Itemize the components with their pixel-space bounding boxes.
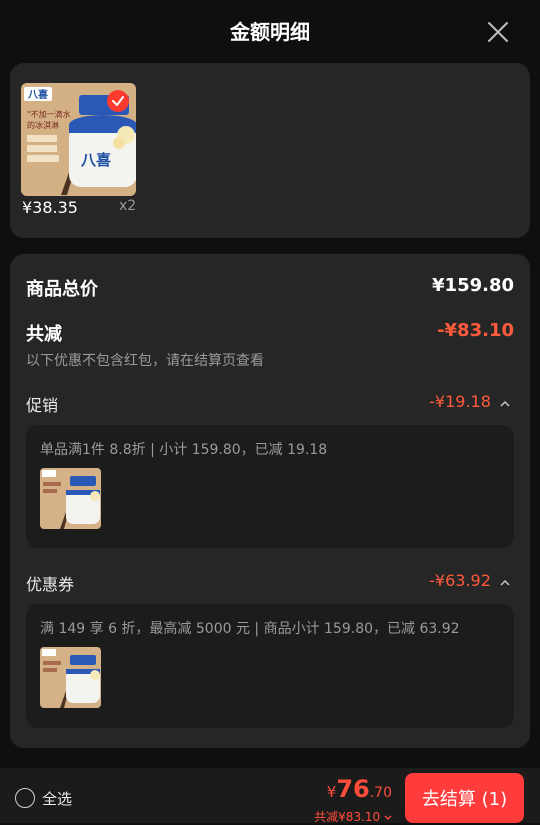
total-integer: 76	[336, 775, 370, 803]
select-all-label[interactable]: 全选	[42, 788, 72, 809]
discount-row: 共减 -¥83.10	[26, 320, 514, 346]
discount-label: 共减	[26, 324, 62, 345]
coupon-amount-wrap[interactable]: -¥63.92	[429, 571, 510, 591]
coupon-detail: 满 149 享 6 折，最高减 5000 元 | 商品小计 159.80，已减 …	[40, 621, 460, 637]
total-price: ¥76.70 共减¥83.10	[314, 775, 392, 824]
promotion-label: 促销	[26, 396, 59, 415]
svg-text:八喜: 八喜	[80, 151, 111, 169]
modal-header: 金额明细	[0, 0, 540, 64]
promotion-amount-wrap[interactable]: -¥19.18	[429, 392, 510, 412]
promotion-header[interactable]: 促销 -¥19.18	[26, 392, 514, 416]
chevron-down-icon[interactable]	[384, 810, 392, 824]
svg-text:八喜: 八喜	[27, 88, 48, 101]
coupon-detail-box: 满 149 享 6 折，最高减 5000 元 | 商品小计 159.80，已减 …	[26, 604, 514, 728]
chevron-up-icon[interactable]	[500, 572, 510, 591]
checkout-button[interactable]: 去结算 (1)	[405, 773, 524, 823]
total-saving[interactable]: 共减¥83.10	[314, 808, 392, 825]
subtotal-row: 商品总价 ¥159.80	[26, 275, 514, 301]
svg-text:的冰淇淋: 的冰淇淋	[27, 120, 59, 130]
product-card: 八喜 "不加一滴水 的冰淇淋 八喜 ¥38.35 x2	[10, 63, 530, 238]
product-quantity: x2	[119, 198, 137, 214]
price-detail-card: 商品总价 ¥159.80 共减 -¥83.10 以下优惠不包含红包，请在结算页查…	[10, 254, 530, 748]
select-all-radio[interactable]	[15, 788, 35, 808]
total-currency: ¥	[326, 783, 337, 801]
checkout-bar: 全选 ¥76.70 共减¥83.10 去结算 (1)	[0, 768, 540, 824]
chevron-up-icon[interactable]	[500, 393, 510, 412]
coupon-amount: -¥63.92	[429, 571, 491, 590]
selected-check-icon[interactable]	[107, 90, 129, 112]
coupon-label: 优惠券	[26, 575, 75, 594]
promotion-detail: 单品满1件 8.8折 | 小计 159.80，已减 19.18	[40, 442, 328, 458]
coupon-header[interactable]: 优惠券 -¥63.92	[26, 571, 514, 595]
svg-text:"不加一滴水: "不加一滴水	[27, 109, 71, 119]
discount-note: 以下优惠不包含红包，请在结算页查看	[26, 353, 264, 369]
subtotal-value: ¥159.80	[432, 275, 514, 296]
coupon-product-thumb	[40, 647, 101, 708]
discount-value: -¥83.10	[437, 320, 514, 341]
subtotal-label: 商品总价	[26, 279, 98, 300]
close-icon[interactable]	[486, 20, 510, 44]
promotion-product-thumb	[40, 468, 101, 529]
total-decimal: .70	[369, 785, 392, 801]
promotion-amount: -¥19.18	[429, 392, 491, 411]
modal-title: 金额明细	[230, 20, 310, 44]
product-price: ¥38.35	[22, 198, 78, 217]
promotion-detail-box: 单品满1件 8.8折 | 小计 159.80，已减 19.18	[26, 425, 514, 548]
total-saving-text: 共减¥83.10	[314, 810, 381, 824]
